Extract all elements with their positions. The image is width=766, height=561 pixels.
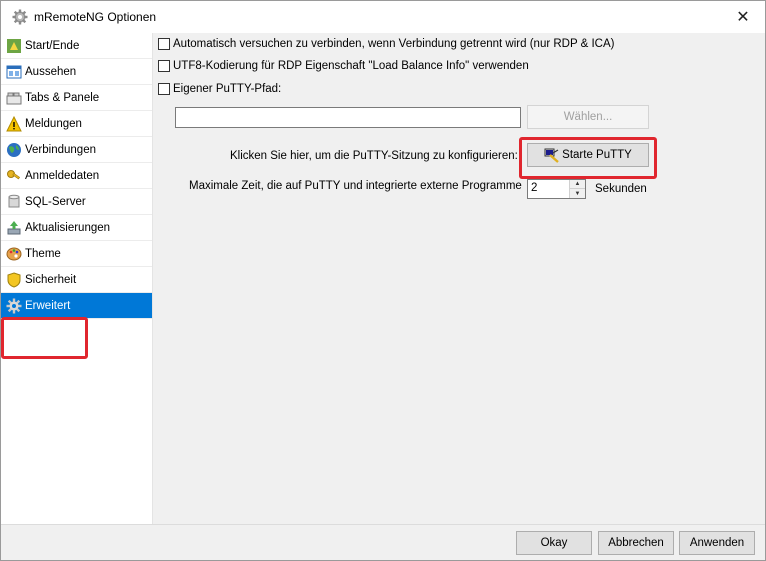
sidebar-item-label: Theme xyxy=(25,247,61,260)
browse-button-label: Wählen... xyxy=(563,111,613,123)
custom-putty-checkbox[interactable] xyxy=(158,83,170,95)
spinner-up-arrow-icon[interactable]: ▲ xyxy=(570,180,585,189)
cancel-button-label: Abbrechen xyxy=(608,537,664,549)
sidebar-item-start-end[interactable]: Start/Ende xyxy=(1,33,152,59)
spinner-down-arrow-icon[interactable]: ▼ xyxy=(570,189,585,198)
start-end-icon xyxy=(7,38,21,53)
spinner-buttons: ▲ ▼ xyxy=(569,180,585,198)
start-putty-button-label: Starte PuTTY xyxy=(562,149,632,161)
gear-icon xyxy=(12,9,28,25)
highlight-box-erweitert xyxy=(1,317,88,359)
apply-button-label: Anwenden xyxy=(689,537,745,549)
appearance-icon xyxy=(6,65,22,78)
sidebar-item-theme[interactable]: Theme xyxy=(1,241,152,267)
utf8-option[interactable]: UTF8-Kodierung für RDP Eigenschaft "Load… xyxy=(158,60,529,72)
warning-icon xyxy=(6,115,22,131)
sidebar-item-tabs[interactable]: Tabs & Panele xyxy=(1,85,152,111)
sidebar-item-label: Start/Ende xyxy=(25,39,80,52)
putty-icon xyxy=(544,148,559,163)
seconds-label: Sekunden xyxy=(595,183,647,195)
auto-reconnect-checkbox[interactable] xyxy=(158,38,170,50)
ok-button[interactable]: Okay xyxy=(516,531,592,555)
palette-icon xyxy=(6,247,22,260)
sidebar-item-security[interactable]: Sicherheit xyxy=(1,267,152,293)
database-icon xyxy=(8,194,20,207)
custom-putty-label: Eigener PuTTY-Pfad: xyxy=(173,83,282,95)
sidebar-item-credentials[interactable]: Anmeldedaten xyxy=(1,163,152,189)
shield-icon xyxy=(7,271,21,288)
sidebar-item-label: Meldungen xyxy=(25,117,82,130)
putty-path-input[interactable] xyxy=(175,107,521,128)
sidebar-item-label: Aktualisierungen xyxy=(25,221,111,234)
auto-reconnect-label: Automatisch versuchen zu verbinden, wenn… xyxy=(173,38,615,50)
max-time-label: Maximale Zeit, die auf PuTTY und integri… xyxy=(189,180,522,192)
key-icon xyxy=(7,169,21,179)
globe-icon xyxy=(7,142,21,157)
sidebar-item-label: Anmeldedaten xyxy=(25,169,100,182)
ok-button-label: Okay xyxy=(540,537,568,549)
sidebar-item-label: Sicherheit xyxy=(25,273,77,286)
apply-button[interactable]: Anwenden xyxy=(679,531,755,555)
advanced-settings-panel: Automatisch versuchen zu verbinden, wenn… xyxy=(153,33,765,524)
dialog-footer: Okay Abbrechen Anwenden xyxy=(1,524,765,560)
update-icon xyxy=(7,220,21,234)
window-title: mRemoteNG Optionen xyxy=(34,10,157,24)
sidebar-item-label: Verbindungen xyxy=(25,143,96,156)
sidebar-item-notifications[interactable]: Meldungen xyxy=(1,111,152,137)
sidebar-item-label: Aussehen xyxy=(25,65,77,78)
sidebar-item-updates[interactable]: Aktualisierungen xyxy=(1,215,152,241)
sidebar-item-connections[interactable]: Verbindungen xyxy=(1,137,152,163)
options-window: mRemoteNG Optionen ✕ Start/Ende Aussehen… xyxy=(0,0,766,561)
auto-reconnect-option[interactable]: Automatisch versuchen zu verbinden, wenn… xyxy=(158,38,615,50)
utf8-label: UTF8-Kodierung für RDP Eigenschaft "Load… xyxy=(173,60,529,72)
browse-button[interactable]: Wählen... xyxy=(527,105,649,129)
cancel-button[interactable]: Abbrechen xyxy=(598,531,674,555)
sidebar-item-label: Erweitert xyxy=(25,299,71,312)
utf8-checkbox[interactable] xyxy=(158,60,170,72)
max-time-spinner[interactable]: 2 ▲ ▼ xyxy=(527,179,586,199)
configure-putty-label: Klicken Sie hier, um die PuTTY-Sitzung z… xyxy=(230,150,518,162)
sidebar-item-sql-server[interactable]: SQL-Server xyxy=(1,189,152,215)
custom-putty-option[interactable]: Eigener PuTTY-Pfad: xyxy=(158,83,281,95)
close-icon: ✕ xyxy=(736,9,750,26)
close-button[interactable]: ✕ xyxy=(721,1,765,33)
sidebar-item-appearance[interactable]: Aussehen xyxy=(1,59,152,85)
gear-icon xyxy=(6,298,22,313)
options-sidebar: Start/Ende Aussehen Tabs & Panele Meldun… xyxy=(1,33,153,524)
start-putty-button[interactable]: Starte PuTTY xyxy=(527,143,649,167)
sidebar-item-label: Tabs & Panele xyxy=(25,91,100,104)
sidebar-item-label: SQL-Server xyxy=(25,195,86,208)
max-time-value[interactable]: 2 xyxy=(531,182,537,194)
sidebar-item-advanced[interactable]: Erweitert xyxy=(1,293,152,319)
title-bar: mRemoteNG Optionen ✕ xyxy=(1,1,765,33)
tabs-icon xyxy=(6,92,22,104)
